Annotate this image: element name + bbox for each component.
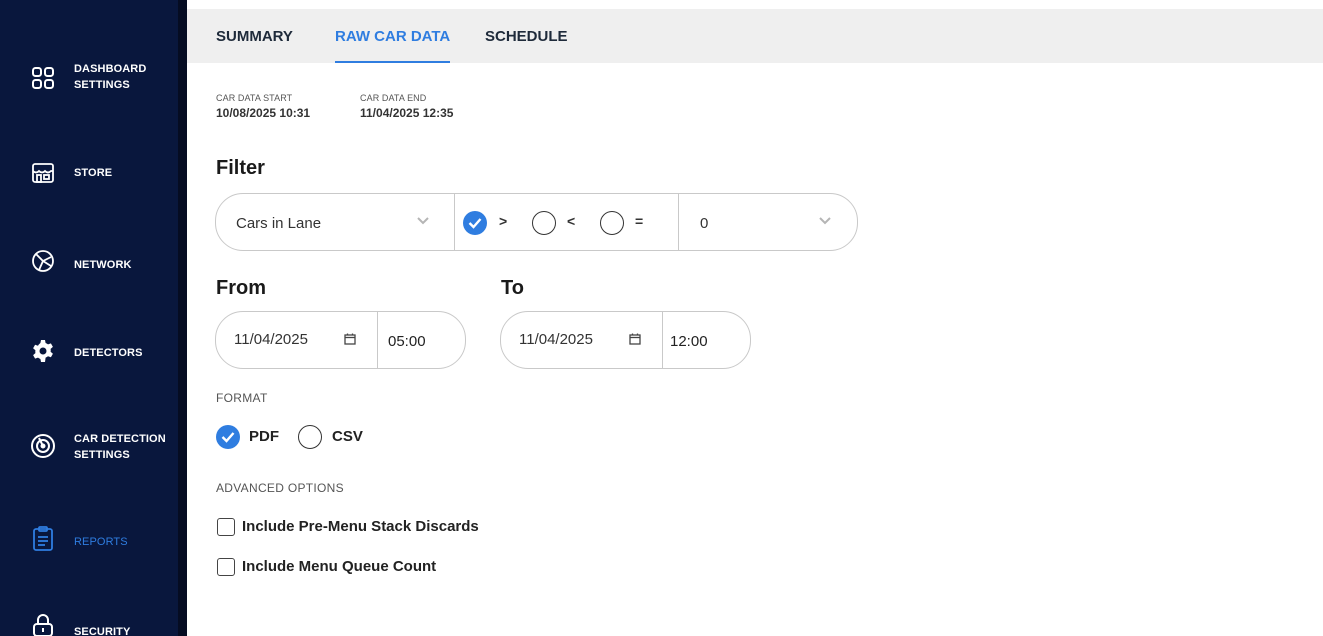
dashboard-grid-icon bbox=[30, 65, 56, 91]
checkmark-icon bbox=[221, 432, 235, 443]
format-csv-label: CSV bbox=[332, 428, 363, 445]
sidebar-item-label: NETWORK bbox=[74, 259, 132, 271]
car-data-end-value: 11/04/2025 12:35 bbox=[360, 106, 454, 120]
format-pdf-label: PDF bbox=[249, 428, 279, 445]
filter-value: 0 bbox=[700, 215, 709, 232]
car-data-start-label: CAR DATA START bbox=[216, 93, 293, 103]
from-date-input[interactable]: 11/04/2025 bbox=[216, 312, 377, 368]
operator-equal-label: = bbox=[635, 213, 644, 229]
sidebar-item-dashboard-settings[interactable]: DASHBOARD SETTINGS bbox=[0, 58, 178, 98]
sidebar-item-car-detection-settings[interactable]: CAR DETECTION SETTINGS bbox=[0, 428, 178, 468]
menu-queue-count-checkbox[interactable] bbox=[217, 558, 235, 576]
operator-equal-radio[interactable] bbox=[600, 211, 624, 235]
sidebar-item-store[interactable]: STORE bbox=[0, 158, 178, 188]
sidebar-item-label: DETECTORS bbox=[74, 347, 143, 359]
operator-less-radio[interactable] bbox=[532, 211, 556, 235]
format-label: FORMAT bbox=[216, 391, 268, 405]
sidebar-item-label: CAR DETECTION SETTINGS bbox=[74, 433, 166, 461]
filter-value-select[interactable]: 0 bbox=[679, 194, 857, 250]
to-time-value: 12:00 bbox=[670, 333, 708, 350]
to-date-value: 11/04/2025 bbox=[519, 331, 593, 348]
checkmark-icon bbox=[468, 218, 482, 229]
operator-greater-radio[interactable] bbox=[463, 211, 487, 235]
menu-queue-count-label: Include Menu Queue Count bbox=[242, 558, 437, 575]
operator-greater-label: > bbox=[499, 213, 508, 229]
tab-summary[interactable]: SUMMARY bbox=[216, 9, 293, 63]
detection-target-icon bbox=[30, 433, 56, 459]
car-data-end-label: CAR DATA END bbox=[360, 93, 427, 103]
sidebar-item-label: REPORTS bbox=[74, 536, 128, 548]
format-pdf-radio[interactable] bbox=[216, 425, 240, 449]
filter-row: Cars in Lane > < = 0 bbox=[215, 193, 858, 251]
from-datetime: 11/04/2025 05:00 bbox=[215, 311, 466, 369]
to-time-input[interactable]: 12:00 bbox=[663, 312, 750, 368]
sidebar-item-network[interactable]: NETWORK bbox=[0, 248, 178, 280]
store-icon bbox=[30, 160, 56, 186]
calendar-icon[interactable] bbox=[344, 333, 356, 345]
divider bbox=[454, 194, 455, 250]
sidebar-item-reports[interactable]: REPORTS bbox=[0, 526, 178, 558]
sidebar-item-detectors[interactable]: DETECTORS bbox=[0, 336, 178, 368]
sidebar-item-label: STORE bbox=[74, 167, 113, 179]
filter-field-select[interactable]: Cars in Lane bbox=[216, 194, 454, 250]
sidebar-item-security[interactable]: SECURITY bbox=[0, 612, 178, 636]
network-globe-icon bbox=[30, 248, 56, 274]
operator-less-label: < bbox=[567, 213, 576, 229]
tab-schedule[interactable]: SCHEDULE bbox=[485, 9, 568, 63]
gear-icon bbox=[30, 338, 56, 364]
sidebar-edge bbox=[178, 0, 187, 636]
from-time-value: 05:00 bbox=[388, 333, 426, 350]
to-datetime: 11/04/2025 12:00 bbox=[500, 311, 751, 369]
calendar-icon[interactable] bbox=[629, 333, 641, 345]
sidebar-item-label: SECURITY bbox=[74, 626, 131, 636]
pre-menu-stack-discards-label: Include Pre-Menu Stack Discards bbox=[242, 518, 479, 535]
chevron-down-icon bbox=[417, 217, 429, 225]
tab-bar: SUMMARY RAW CAR DATA SCHEDULE bbox=[187, 9, 1323, 63]
clipboard-icon bbox=[30, 526, 56, 552]
from-time-input[interactable]: 05:00 bbox=[378, 312, 465, 368]
to-date-input[interactable]: 11/04/2025 bbox=[501, 312, 662, 368]
pre-menu-stack-discards-checkbox[interactable] bbox=[217, 518, 235, 536]
sidebar-item-label: DASHBOARD SETTINGS bbox=[74, 63, 147, 91]
chevron-down-icon bbox=[819, 217, 831, 225]
filter-title: Filter bbox=[216, 157, 265, 179]
tab-raw-car-data[interactable]: RAW CAR DATA bbox=[335, 9, 451, 63]
filter-field-value: Cars in Lane bbox=[236, 215, 322, 232]
format-csv-radio[interactable] bbox=[298, 425, 322, 449]
advanced-options-label: ADVANCED OPTIONS bbox=[216, 481, 344, 495]
to-title: To bbox=[501, 277, 524, 299]
car-data-start-value: 10/08/2025 10:31 bbox=[216, 106, 311, 120]
lock-icon bbox=[30, 612, 56, 636]
from-date-value: 11/04/2025 bbox=[234, 331, 308, 348]
from-title: From bbox=[216, 277, 266, 299]
